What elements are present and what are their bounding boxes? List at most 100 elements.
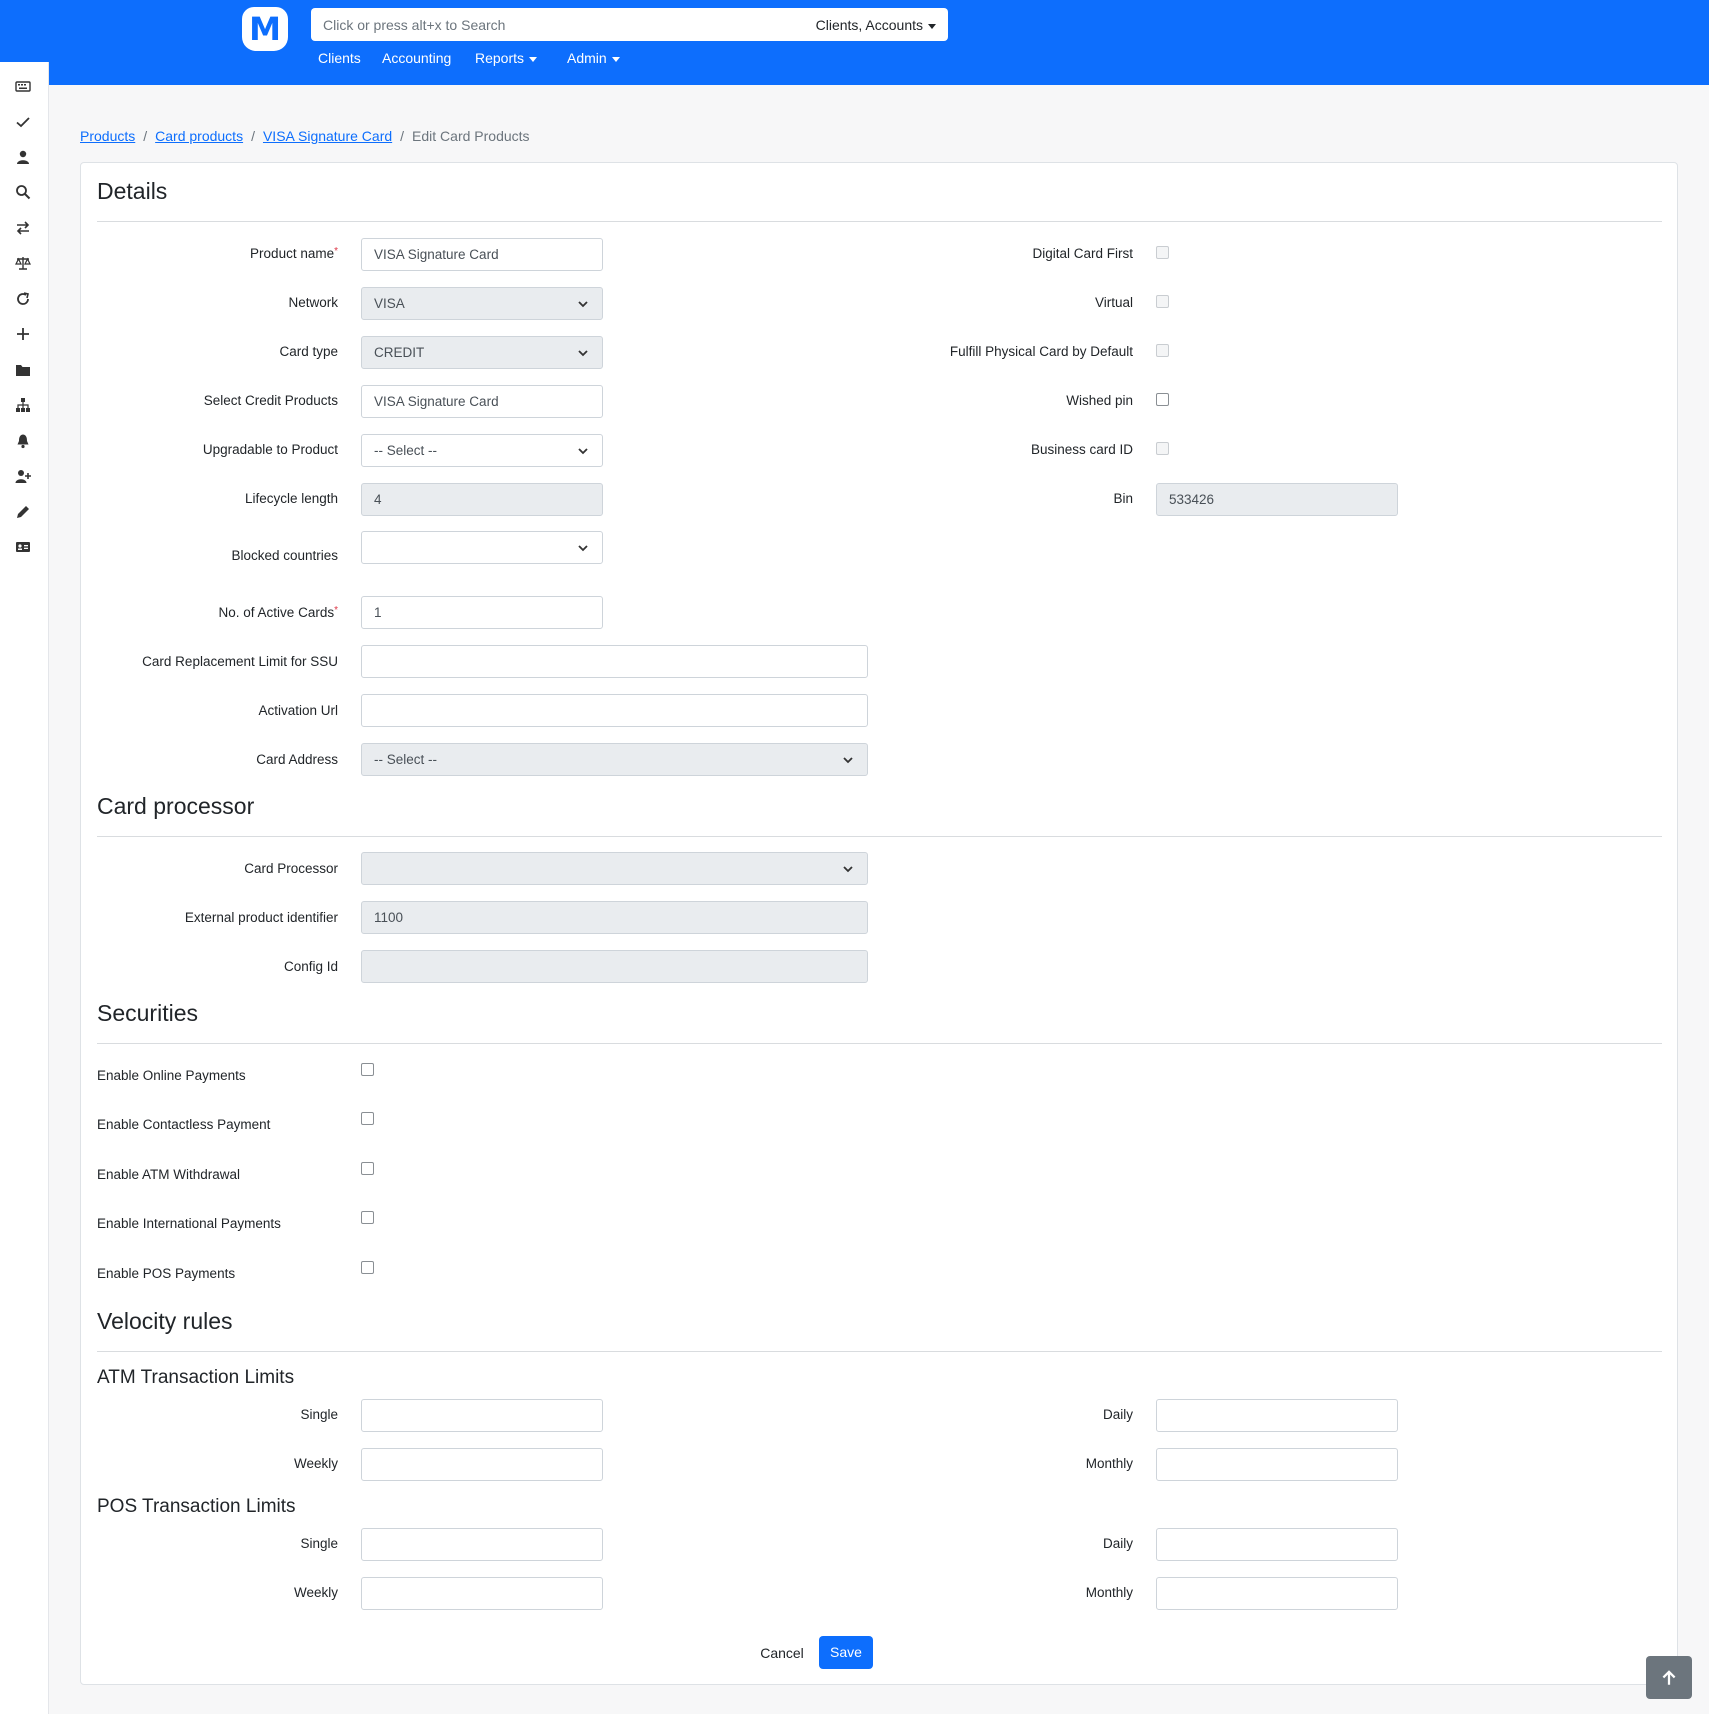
global-search: Clients, Accounts (311, 8, 948, 41)
digital-card-first-label: Digital Card First (1032, 246, 1133, 261)
card-address-label: Card Address (256, 752, 338, 767)
plus-icon[interactable] (12, 323, 34, 345)
config-id-label: Config Id (283, 959, 338, 974)
atm-weekly-label: Weekly (293, 1456, 338, 1471)
digital-card-first-checkbox[interactable] (1156, 246, 1169, 259)
breadcrumb-card-products[interactable]: Card products (155, 128, 243, 144)
wished-pin-checkbox[interactable] (1156, 393, 1169, 406)
activation-url-input[interactable] (361, 694, 868, 727)
pos-single-input[interactable] (361, 1528, 603, 1561)
atm-limits-title: ATM Transaction Limits (97, 1367, 295, 1388)
org-chart-icon[interactable] (12, 394, 34, 416)
save-button[interactable]: Save (819, 1636, 873, 1669)
lifecycle-length-input[interactable]: 4 (361, 483, 603, 516)
scroll-to-top-button[interactable] (1646, 1656, 1692, 1699)
upgradable-to-product-label: Upgradable to Product (202, 442, 338, 457)
business-card-id-label: Business card ID (1030, 442, 1133, 457)
app-logo[interactable]: M (242, 7, 288, 51)
breadcrumb-separator: / (143, 128, 148, 144)
folder-icon[interactable] (12, 359, 34, 381)
product-name-input[interactable]: VISA Signature Card (361, 238, 603, 271)
arrow-up-icon (1662, 1669, 1676, 1685)
active-cards-input[interactable]: 1 (361, 596, 603, 629)
select-credit-products-input[interactable]: VISA Signature Card (361, 385, 603, 418)
nav-admin[interactable]: Admin (567, 50, 620, 66)
breadcrumb-visa-signature-card[interactable]: VISA Signature Card (263, 128, 392, 144)
velocity-rules-section-title: Velocity rules (97, 1308, 233, 1334)
card-processor-select[interactable] (361, 852, 868, 885)
atm-single-label: Single (300, 1407, 338, 1422)
keyboard-icon[interactable] (12, 75, 34, 97)
card-replacement-limit-label: Card Replacement Limit for SSU (142, 654, 338, 669)
pos-weekly-input[interactable] (361, 1577, 603, 1610)
fulfill-physical-checkbox[interactable] (1156, 344, 1169, 357)
virtual-checkbox[interactable] (1156, 295, 1169, 308)
pencil-icon[interactable] (12, 501, 34, 523)
securities-section-title: Securities (97, 1000, 198, 1026)
atm-daily-input[interactable] (1156, 1399, 1398, 1432)
nav-reports[interactable]: Reports (475, 50, 538, 66)
bell-icon[interactable] (12, 430, 34, 452)
breadcrumb-current: Edit Card Products (412, 128, 530, 144)
divider (97, 1351, 1662, 1352)
refresh-icon[interactable] (12, 288, 34, 310)
search-input[interactable] (311, 8, 791, 41)
chevron-down-icon (576, 541, 590, 555)
breadcrumb-separator: / (251, 128, 255, 144)
enable-international-payments-checkbox[interactable] (361, 1211, 374, 1224)
breadcrumb-products[interactable]: Products (80, 128, 135, 144)
nav-accounting-label: Accounting (382, 50, 452, 66)
search-scope-dropdown[interactable]: Clients, Accounts (816, 17, 936, 33)
atm-weekly-input[interactable] (361, 1448, 603, 1481)
transfer-icon[interactable] (12, 217, 34, 239)
search-scope-label: Clients, Accounts (815, 17, 923, 33)
pos-monthly-input[interactable] (1156, 1577, 1398, 1610)
card-type-select[interactable]: CREDIT (361, 336, 603, 369)
enable-atm-withdrawal-checkbox[interactable] (361, 1162, 374, 1175)
cancel-button[interactable]: Cancel (752, 1641, 812, 1665)
atm-monthly-input[interactable] (1156, 1448, 1398, 1481)
config-id-input[interactable] (361, 950, 868, 983)
enable-contactless-payment-checkbox[interactable] (361, 1112, 374, 1125)
blocked-countries-select[interactable] (361, 531, 603, 564)
required-asterisk: * (334, 605, 338, 616)
select-credit-products-label: Select Credit Products (203, 393, 338, 408)
caret-down-icon (529, 56, 538, 62)
enable-pos-payments-checkbox[interactable] (361, 1261, 374, 1274)
id-card-icon[interactable] (12, 536, 34, 558)
card-address-select[interactable]: -- Select -- (361, 743, 868, 776)
card-processor-section-title: Card processor (97, 793, 255, 819)
product-name-label: Product name* (250, 246, 338, 261)
enable-online-payments-checkbox[interactable] (361, 1063, 374, 1076)
nav-clients-label: Clients (318, 50, 361, 66)
activation-url-label: Activation Url (258, 703, 338, 718)
lifecycle-length-label: Lifecycle length (244, 491, 338, 506)
external-product-id-input[interactable]: 1100 (361, 901, 868, 934)
external-product-id-label: External product identifier (184, 910, 338, 925)
card-type-label: Card type (279, 344, 338, 359)
user-icon[interactable] (12, 146, 34, 168)
chevron-down-icon (841, 753, 855, 767)
network-select[interactable]: VISA (361, 287, 603, 320)
nav-clients[interactable]: Clients (318, 50, 361, 66)
card-replacement-limit-input[interactable] (361, 645, 868, 678)
blocked-countries-label: Blocked countries (231, 548, 338, 563)
balance-scale-icon[interactable] (12, 252, 34, 274)
nav-accounting[interactable]: Accounting (382, 50, 451, 66)
check-icon[interactable] (12, 111, 34, 133)
pos-daily-input[interactable] (1156, 1528, 1398, 1561)
upgradable-to-product-select[interactable]: -- Select -- (361, 434, 603, 467)
required-asterisk: * (334, 246, 338, 257)
card-processor-label: Card Processor (244, 861, 338, 876)
search-icon[interactable] (12, 181, 34, 203)
business-card-id-checkbox[interactable] (1156, 442, 1169, 455)
chevron-down-icon (576, 346, 590, 360)
atm-single-input[interactable] (361, 1399, 603, 1432)
enable-online-payments-label: Enable Online Payments (97, 1068, 246, 1083)
chevron-down-icon (576, 297, 590, 311)
enable-atm-withdrawal-label: Enable ATM Withdrawal (97, 1167, 241, 1182)
details-section-title: Details (97, 178, 168, 204)
add-user-icon[interactable] (12, 465, 34, 487)
pos-daily-label: Daily (1102, 1536, 1133, 1551)
bin-input[interactable]: 533426 (1156, 483, 1398, 516)
